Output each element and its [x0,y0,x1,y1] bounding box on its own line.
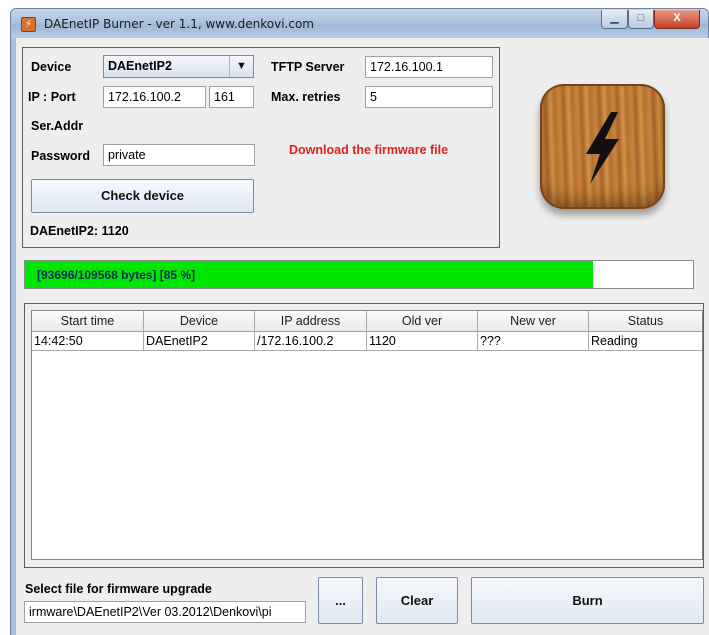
chevron-down-icon[interactable]: ▼ [229,56,253,77]
column-header-status[interactable]: Status [589,311,702,331]
column-header-ip-address[interactable]: IP address [255,311,367,331]
browse-button[interactable]: ... [318,577,363,624]
column-header-old-ver[interactable]: Old ver [367,311,478,331]
max-retries-field[interactable]: 5 [365,86,493,108]
maximize-button[interactable]: □ [628,10,654,29]
cell-device: DAEnetIP2 [144,332,255,351]
check-device-button[interactable]: Check device [31,179,254,213]
lightning-bolt-icon [540,84,665,209]
device-select-value: DAEnetIP2 [108,59,172,73]
progress-bar: [93696/109568 bytes] [85 %] [24,260,694,289]
progress-text: [93696/109568 bytes] [85 %] [37,268,196,282]
tftp-server-field[interactable]: 172.16.100.1 [365,56,493,78]
password-label: Password [31,149,91,163]
download-firmware-link[interactable]: Download the firmware file [289,143,448,157]
max-retries-label: Max. retries [271,90,341,104]
table-row[interactable]: 14:42:50 DAEnetIP2 /172.16.100.2 1120 ??… [32,332,702,351]
title-bar[interactable]: ⚡ DAEnetIP Burner - ver 1.1, www.denkovi… [10,8,709,38]
cell-status: Reading [589,332,702,351]
column-header-device[interactable]: Device [144,311,255,331]
column-header-start-time[interactable]: Start time [32,311,144,331]
clear-button[interactable]: Clear [376,577,458,624]
cell-new-ver: ??? [478,332,589,351]
column-header-new-ver[interactable]: New ver [478,311,589,331]
cell-old-ver: 1120 [367,332,478,351]
firmware-path-field[interactable]: irmware\DAEnetIP2\Ver 03.2012\Denkovi\pi [24,601,306,623]
table-header: Start time Device IP address Old ver New… [32,311,702,332]
ip-address-field[interactable]: 172.16.100.2 [103,86,206,108]
cell-start-time: 14:42:50 [32,332,144,351]
close-button[interactable]: X [654,10,700,29]
minimize-button[interactable]: ▁ [601,10,628,29]
results-table[interactable]: Start time Device IP address Old ver New… [31,310,703,560]
device-select[interactable]: DAEnetIP2 ▼ [103,55,254,78]
cell-ip-address: /172.16.100.2 [255,332,367,351]
burn-button[interactable]: Burn [471,577,704,624]
tftp-server-label: TFTP Server [271,60,345,74]
select-file-label: Select file for firmware upgrade [25,582,212,596]
port-field[interactable]: 161 [209,86,254,108]
window-title: DAEnetIP Burner - ver 1.1, www.denkovi.c… [44,17,314,31]
password-field[interactable]: private [103,144,255,166]
device-status-text: DAEnetIP2: 1120 [30,224,129,238]
ip-port-label: IP : Port [28,90,76,104]
ser-addr-label: Ser.Addr [31,119,84,133]
app-icon: ⚡ [21,17,36,32]
device-label: Device [31,60,72,74]
